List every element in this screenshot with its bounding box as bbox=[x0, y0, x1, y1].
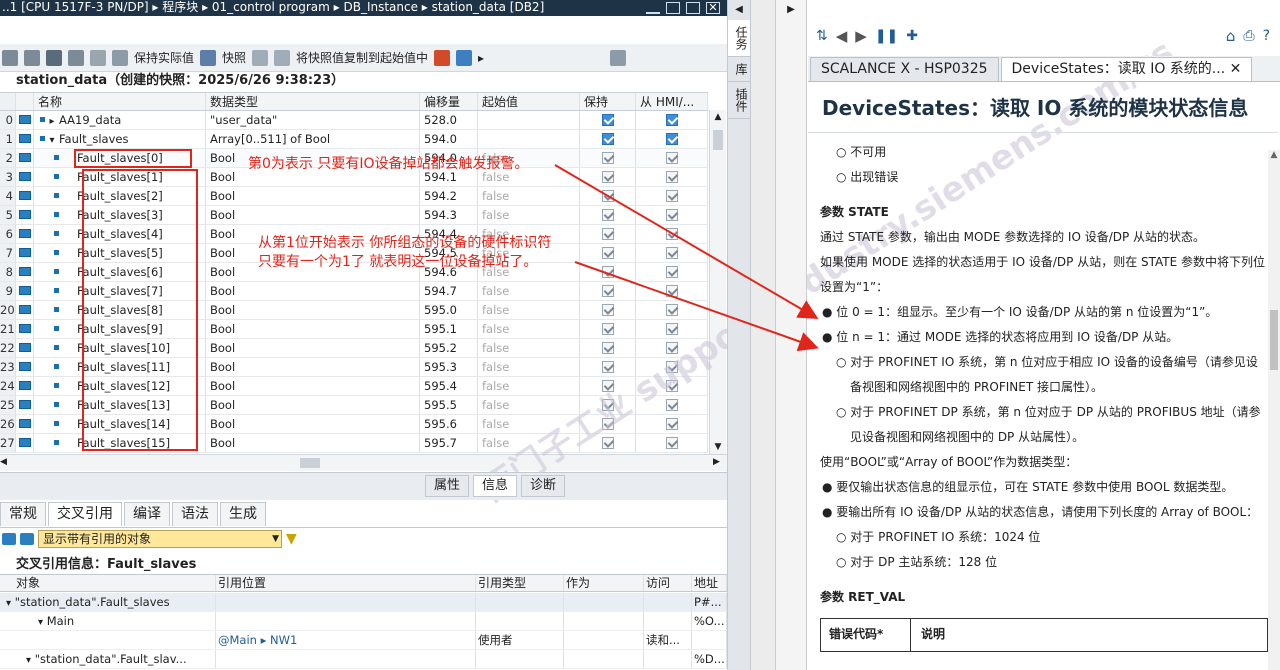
arrow-bitn bbox=[574, 261, 819, 352]
arrow-bit0 bbox=[554, 164, 819, 320]
annotation-arrows bbox=[554, 164, 819, 352]
